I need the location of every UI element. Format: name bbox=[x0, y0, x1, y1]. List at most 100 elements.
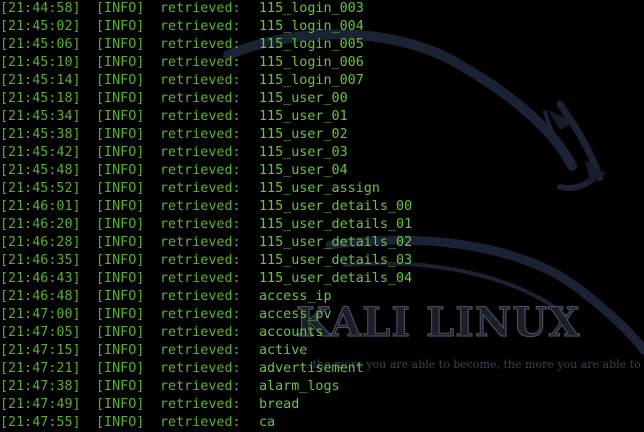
log-timestamp: [21:45:18] bbox=[0, 91, 81, 106]
log-message: retrieved: bbox=[160, 217, 241, 232]
log-table-name: 115_user_01 bbox=[259, 109, 348, 124]
log-table-name: 115_user_details_01 bbox=[259, 217, 413, 232]
log-line: [21:46:43] [INFO] retrieved: 115_user_detai… bbox=[0, 270, 644, 288]
log-message: retrieved: bbox=[160, 127, 241, 142]
log-line: [21:46:28] [INFO] retrieved: 115_user_detai… bbox=[0, 234, 644, 252]
log-message: retrieved: bbox=[160, 19, 241, 34]
log-message: retrieved: bbox=[160, 307, 241, 322]
log-message: retrieved: bbox=[160, 235, 241, 250]
log-level: [INFO] bbox=[96, 1, 145, 16]
terminal-output[interactable]: [21:44:58] [INFO] retrieved: 115_login_003 … bbox=[0, 0, 644, 432]
log-line: [21:45:42] [INFO] retrieved: 115_user_03 bbox=[0, 144, 644, 162]
log-level: [INFO] bbox=[96, 55, 145, 70]
log-timestamp: [21:45:02] bbox=[0, 19, 81, 34]
log-line: [21:44:58] [INFO] retrieved: 115_login_003 bbox=[0, 0, 644, 18]
log-message: retrieved: bbox=[160, 271, 241, 286]
log-table-name: 115_user_03 bbox=[259, 145, 348, 160]
log-level: [INFO] bbox=[96, 343, 145, 358]
log-line: [21:46:20] [INFO] retrieved: 115_user_detai… bbox=[0, 216, 644, 234]
log-table-name: 115_user_details_00 bbox=[259, 199, 413, 214]
log-level: [INFO] bbox=[96, 253, 145, 268]
log-level: [INFO] bbox=[96, 361, 145, 376]
log-line: [21:45:10] [INFO] retrieved: 115_login_006 bbox=[0, 54, 644, 72]
log-timestamp: [21:45:38] bbox=[0, 127, 81, 142]
log-line: [21:47:49] [INFO] retrieved: bread bbox=[0, 396, 644, 414]
log-level: [INFO] bbox=[96, 325, 145, 340]
log-level: [INFO] bbox=[96, 217, 145, 232]
log-message: retrieved: bbox=[160, 325, 241, 340]
log-level: [INFO] bbox=[96, 271, 145, 286]
log-level: [INFO] bbox=[96, 379, 145, 394]
log-message: retrieved: bbox=[160, 397, 241, 412]
log-line: [21:47:05] [INFO] retrieved: accounts bbox=[0, 324, 644, 342]
log-table-name: alarm_logs bbox=[259, 379, 340, 394]
log-line: [21:47:21] [INFO] retrieved: advertisement bbox=[0, 360, 644, 378]
log-table-name: 115_user_04 bbox=[259, 163, 348, 178]
log-table-name: 115_user_00 bbox=[259, 91, 348, 106]
log-timestamp: [21:46:48] bbox=[0, 289, 81, 304]
log-timestamp: [21:45:48] bbox=[0, 163, 81, 178]
log-timestamp: [21:44:58] bbox=[0, 1, 81, 16]
log-table-name: active bbox=[259, 343, 308, 358]
log-table-name: access_pv bbox=[259, 307, 332, 322]
log-table-name: accounts bbox=[259, 325, 324, 340]
log-message: retrieved: bbox=[160, 415, 241, 430]
log-message: retrieved: bbox=[160, 163, 241, 178]
log-level: [INFO] bbox=[96, 199, 145, 214]
log-message: retrieved: bbox=[160, 1, 241, 16]
log-line: [21:45:38] [INFO] retrieved: 115_user_02 bbox=[0, 126, 644, 144]
log-level: [INFO] bbox=[96, 145, 145, 160]
log-timestamp: [21:45:14] bbox=[0, 73, 81, 88]
log-message: retrieved: bbox=[160, 145, 241, 160]
log-timestamp: [21:46:43] bbox=[0, 271, 81, 286]
log-line: [21:47:38] [INFO] retrieved: alarm_logs bbox=[0, 378, 644, 396]
log-message: retrieved: bbox=[160, 361, 241, 376]
log-timestamp: [21:47:21] bbox=[0, 361, 81, 376]
log-message: retrieved: bbox=[160, 73, 241, 88]
log-timestamp: [21:46:01] bbox=[0, 199, 81, 214]
log-timestamp: [21:45:52] bbox=[0, 181, 81, 196]
log-timestamp: [21:47:00] bbox=[0, 307, 81, 322]
log-message: retrieved: bbox=[160, 91, 241, 106]
log-timestamp: [21:47:15] bbox=[0, 343, 81, 358]
log-line: [21:45:14] [INFO] retrieved: 115_login_007 bbox=[0, 72, 644, 90]
log-message: retrieved: bbox=[160, 253, 241, 268]
log-timestamp: [21:47:49] bbox=[0, 397, 81, 412]
log-level: [INFO] bbox=[96, 127, 145, 142]
log-timestamp: [21:45:34] bbox=[0, 109, 81, 124]
log-level: [INFO] bbox=[96, 235, 145, 250]
log-message: retrieved: bbox=[160, 343, 241, 358]
log-table-name: 115_login_004 bbox=[259, 19, 364, 34]
log-timestamp: [21:47:05] bbox=[0, 325, 81, 340]
log-level: [INFO] bbox=[96, 181, 145, 196]
log-line: [21:45:06] [INFO] retrieved: 115_login_005 bbox=[0, 36, 644, 54]
log-line: [21:47:55] [INFO] retrieved: ca bbox=[0, 414, 644, 432]
log-timestamp: [21:46:28] bbox=[0, 235, 81, 250]
log-message: retrieved: bbox=[160, 289, 241, 304]
log-line: [21:47:00] [INFO] retrieved: access_pv bbox=[0, 306, 644, 324]
log-level: [INFO] bbox=[96, 163, 145, 178]
log-level: [INFO] bbox=[96, 109, 145, 124]
log-timestamp: [21:46:20] bbox=[0, 217, 81, 232]
log-table-name: access_ip bbox=[259, 289, 332, 304]
log-message: retrieved: bbox=[160, 199, 241, 214]
log-line: [21:45:34] [INFO] retrieved: 115_user_01 bbox=[0, 108, 644, 126]
log-line: [21:46:48] [INFO] retrieved: access_ip bbox=[0, 288, 644, 306]
log-level: [INFO] bbox=[96, 289, 145, 304]
log-table-name: 115_login_003 bbox=[259, 1, 364, 16]
log-table-name: 115_user_02 bbox=[259, 127, 348, 142]
log-message: retrieved: bbox=[160, 379, 241, 394]
log-timestamp: [21:47:55] bbox=[0, 415, 81, 430]
log-timestamp: [21:47:38] bbox=[0, 379, 81, 394]
log-table-name: 115_user_assign bbox=[259, 181, 380, 196]
log-level: [INFO] bbox=[96, 37, 145, 52]
log-line: [21:47:15] [INFO] retrieved: active bbox=[0, 342, 644, 360]
log-timestamp: [21:45:06] bbox=[0, 37, 81, 52]
log-message: retrieved: bbox=[160, 55, 241, 70]
log-timestamp: [21:45:42] bbox=[0, 145, 81, 160]
log-line: [21:45:18] [INFO] retrieved: 115_user_00 bbox=[0, 90, 644, 108]
log-table-name: 115_user_details_04 bbox=[259, 271, 413, 286]
log-table-name: ca bbox=[259, 415, 276, 430]
log-table-name: 115_login_006 bbox=[259, 55, 364, 70]
log-level: [INFO] bbox=[96, 73, 145, 88]
